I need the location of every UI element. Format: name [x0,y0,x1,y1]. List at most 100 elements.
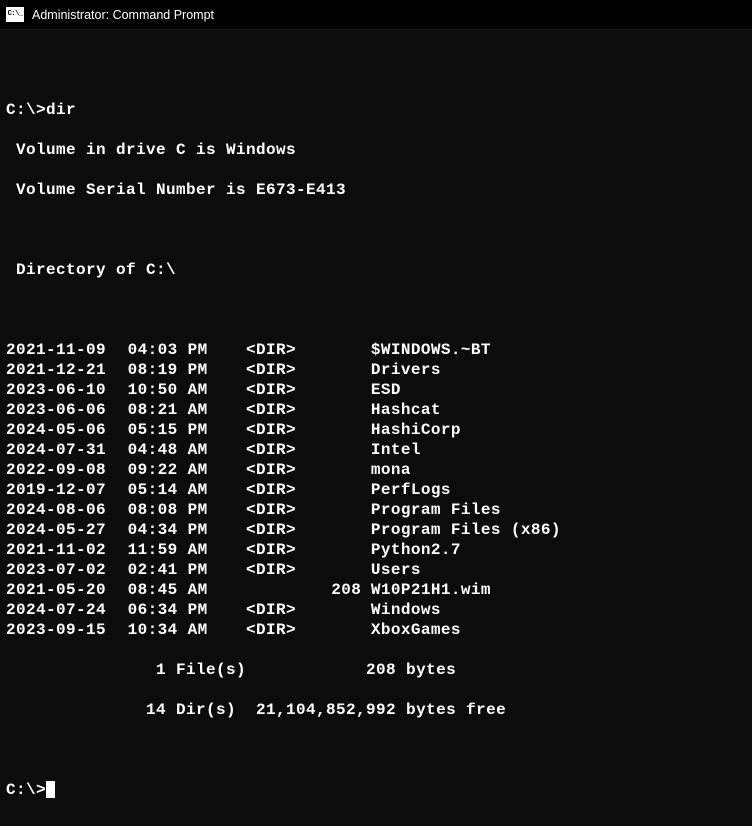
entry-size [304,600,362,620]
directory-entry: 2024-07-3104:48 AM <DIR> Intel [6,440,746,460]
entry-type: <DIR> [246,520,304,540]
entry-type: <DIR> [246,620,304,640]
entry-time: 04:03 PM [121,340,207,360]
entry-type: <DIR> [246,400,304,420]
directory-entry: 2019-12-0705:14 AM <DIR> PerfLogs [6,480,746,500]
entry-date: 2024-05-06 [6,420,121,440]
summary-dirs: 14 Dir(s) 21,104,852,992 bytes free [6,700,746,720]
directory-entry: 2024-08-0608:08 PM <DIR> Program Files [6,500,746,520]
entry-name: Intel [371,440,421,460]
entry-type: <DIR> [246,340,304,360]
entry-size [304,380,362,400]
directory-header: Directory of C:\ [6,260,746,280]
directory-entry: 2023-07-0202:41 PM <DIR> Users [6,560,746,580]
entry-date: 2024-08-06 [6,500,121,520]
entry-time: 05:14 AM [121,480,207,500]
entry-time: 06:34 PM [121,600,207,620]
entry-date: 2021-05-20 [6,580,121,600]
entry-date: 2022-09-08 [6,460,121,480]
entry-size [304,420,362,440]
entry-time: 10:34 AM [121,620,207,640]
directory-entry: 2023-06-0608:21 AM <DIR> Hashcat [6,400,746,420]
entry-type: <DIR> [246,380,304,400]
prompt-prefix: C:\> [6,101,46,119]
entry-size [304,540,362,560]
entry-time: 10:50 AM [121,380,207,400]
terminal-output[interactable]: C:\>dir Volume in drive C is Windows Vol… [0,30,752,826]
entry-name: W10P21H1.wim [371,580,491,600]
entry-type: <DIR> [246,420,304,440]
entry-size [304,520,362,540]
entry-type: <DIR> [246,440,304,460]
titlebar-text: Administrator: Command Prompt [32,8,214,22]
entry-type: <DIR> [246,360,304,380]
entry-date: 2021-11-09 [6,340,121,360]
blank-line [6,300,746,320]
entry-size [304,500,362,520]
directory-entry: 2022-09-0809:22 AM <DIR> mona [6,460,746,480]
prompt-end: C:\> [6,781,46,799]
entry-time: 08:45 AM [121,580,207,600]
entry-time: 04:48 AM [121,440,207,460]
prompt-line: C:\>dir [6,100,746,120]
blank-line [6,220,746,240]
directory-entry: 2023-06-1010:50 AM <DIR> ESD [6,380,746,400]
command-text: dir [46,101,76,119]
entry-date: 2024-07-24 [6,600,121,620]
prompt-end-line: C:\> [6,780,746,800]
entry-name: Windows [371,600,441,620]
entry-name: XboxGames [371,620,461,640]
volume-line-2: Volume Serial Number is E673-E413 [6,180,746,200]
entry-date: 2024-07-31 [6,440,121,460]
entry-name: ESD [371,380,401,400]
entry-date: 2023-09-15 [6,620,121,640]
entry-time: 08:19 PM [121,360,207,380]
entry-time: 09:22 AM [121,460,207,480]
directory-entry: 2021-11-0904:03 PM <DIR> $WINDOWS.~BT [6,340,746,360]
entry-date: 2023-06-06 [6,400,121,420]
entry-time: 08:08 PM [121,500,207,520]
blank-line [6,60,746,80]
entry-date: 2024-05-27 [6,520,121,540]
entry-size [304,480,362,500]
entry-date: 2021-12-21 [6,360,121,380]
entry-name: HashiCorp [371,420,461,440]
entry-name: mona [371,460,411,480]
entry-name: PerfLogs [371,480,451,500]
entry-size [304,360,362,380]
entry-type: <DIR> [246,560,304,580]
entry-date: 2021-11-02 [6,540,121,560]
entry-date: 2023-06-10 [6,380,121,400]
entry-name: Python2.7 [371,540,461,560]
entry-type: <DIR> [246,540,304,560]
entry-date: 2023-07-02 [6,560,121,580]
cmd-icon [6,7,24,22]
entry-size [304,460,362,480]
directory-entries: 2021-11-0904:03 PM <DIR> $WINDOWS.~BT202… [6,340,746,640]
entry-name: Program Files (x86) [371,520,561,540]
cursor [46,781,55,798]
entry-type: <DIR> [246,480,304,500]
entry-type: <DIR> [246,600,304,620]
entry-time: 02:41 PM [121,560,207,580]
directory-entry: 2024-07-2406:34 PM <DIR> Windows [6,600,746,620]
directory-entry: 2021-05-2008:45 AM 208 W10P21H1.wim [6,580,746,600]
entry-date: 2019-12-07 [6,480,121,500]
blank-line [6,740,746,760]
titlebar[interactable]: Administrator: Command Prompt [0,0,752,30]
directory-entry: 2024-05-0605:15 PM <DIR> HashiCorp [6,420,746,440]
entry-name: Users [371,560,421,580]
entry-size [304,440,362,460]
directory-entry: 2023-09-1510:34 AM <DIR> XboxGames [6,620,746,640]
entry-size [304,400,362,420]
directory-entry: 2024-05-2704:34 PM <DIR> Program Files (… [6,520,746,540]
summary-files: 1 File(s) 208 bytes [6,660,746,680]
entry-type: <DIR> [246,500,304,520]
entry-name: Drivers [371,360,441,380]
entry-time: 08:21 AM [121,400,207,420]
entry-name: Hashcat [371,400,441,420]
entry-type [246,580,304,600]
entry-type: <DIR> [246,460,304,480]
entry-time: 04:34 PM [121,520,207,540]
entry-size [304,560,362,580]
